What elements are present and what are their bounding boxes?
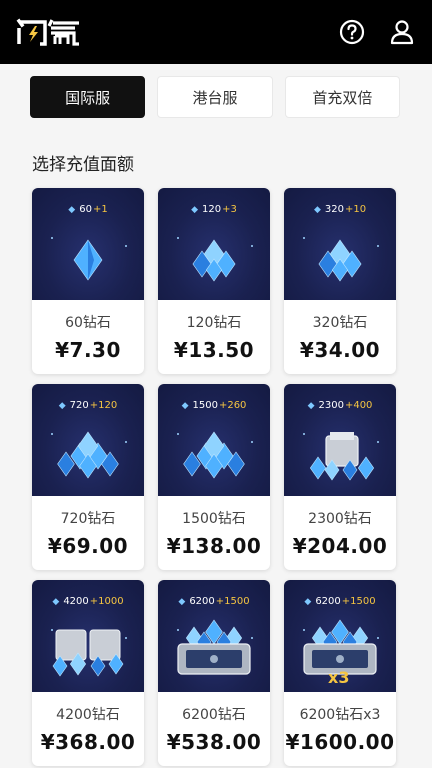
gem-pile-small-icon	[177, 237, 253, 282]
tab-first-double[interactable]: 首充双倍	[284, 76, 400, 118]
bonus-badge: ◆ 6200 +1500	[284, 596, 396, 607]
logo-icon	[16, 18, 79, 46]
top-bar: 闪氪	[0, 0, 432, 64]
multiplier-label: x3	[328, 668, 350, 687]
product-price: ¥7.30	[55, 338, 121, 362]
bonus-amount: +1500	[341, 596, 376, 607]
bonus-amount: +1500	[215, 596, 250, 607]
server-tabs: 国际服 港台服 首充双倍	[30, 76, 400, 118]
base-amount: 120	[202, 204, 222, 215]
product-card[interactable]: ◆ 320 +10 320钻石 ¥34.00	[284, 188, 396, 374]
product-image: ◆ 6200 +1500 x3	[284, 580, 396, 692]
product-price: ¥138.00	[166, 534, 262, 558]
bonus-amount: +1000	[89, 596, 124, 607]
product-price: ¥34.00	[299, 338, 381, 362]
diamond-icon: ◆	[313, 204, 321, 215]
product-price: ¥368.00	[40, 730, 136, 754]
product-name: 2300钻石	[308, 511, 372, 527]
logo[interactable]: 闪氪	[16, 12, 82, 52]
gem-box-icon	[303, 432, 379, 481]
diamond-icon: ◆	[58, 400, 66, 411]
product-name: 6200钻石	[182, 707, 246, 723]
product-name: 120钻石	[186, 315, 242, 331]
gem-pile-medium-icon	[51, 431, 127, 479]
bonus-badge: ◆ 4200 +1000	[32, 596, 144, 607]
bonus-badge: ◆ 120 +3	[158, 204, 270, 215]
gem-pile-small-icon	[303, 237, 379, 282]
product-name: 4200钻石	[56, 707, 120, 723]
base-amount: 1500	[192, 400, 218, 411]
bonus-badge: ◆ 720 +120	[32, 400, 144, 411]
product-name: 60钻石	[65, 315, 111, 331]
diamond-icon: ◆	[191, 204, 199, 215]
product-card[interactable]: ◆ 1500 +260 1500钻石 ¥138.00	[158, 384, 270, 570]
product-image: ◆ 120 +3	[158, 188, 270, 300]
product-grid: ◆ 60 +1 60钻石 ¥7.30 ◆ 120 +3 120钻石 ¥13.50…	[32, 188, 396, 766]
user-button[interactable]	[388, 18, 416, 46]
product-price: ¥69.00	[47, 534, 129, 558]
bonus-amount: +1	[92, 204, 108, 215]
product-name: 320钻石	[312, 315, 368, 331]
bonus-badge: ◆ 2300 +400	[284, 400, 396, 411]
diamond-icon: ◆	[307, 400, 315, 411]
base-amount: 6200	[315, 596, 341, 607]
diamond-icon: ◆	[68, 204, 76, 215]
product-name: 1500钻石	[182, 511, 246, 527]
product-image: ◆ 60 +1	[32, 188, 144, 300]
product-image: ◆ 1500 +260	[158, 384, 270, 496]
product-image: ◆ 720 +120	[32, 384, 144, 496]
product-name: 6200钻石x3	[299, 707, 381, 723]
bonus-badge: ◆ 6200 +1500	[158, 596, 270, 607]
section-title: 选择充值面额	[32, 155, 134, 175]
product-card[interactable]: ◆ 2300 +400 2300钻石 ¥204.00	[284, 384, 396, 570]
bonus-badge: ◆ 320 +10	[284, 204, 396, 215]
bonus-amount: +3	[222, 204, 237, 215]
base-amount: 720	[69, 400, 89, 411]
bonus-amount: +260	[218, 400, 247, 411]
base-amount: 4200	[63, 596, 89, 607]
product-card[interactable]: ◆ 6200 +1500 6200钻石 ¥538.00	[158, 580, 270, 766]
bonus-amount: +400	[344, 400, 373, 411]
bonus-amount: +120	[89, 400, 118, 411]
product-image: ◆ 320 +10	[284, 188, 396, 300]
product-card[interactable]: ◆ 720 +120 720钻石 ¥69.00	[32, 384, 144, 570]
product-card[interactable]: ◆ 120 +3 120钻石 ¥13.50	[158, 188, 270, 374]
main-content: 国际服 港台服 首充双倍 选择充值面额 ◆ 60 +1 60钻石 ¥7.30 ◆…	[0, 64, 432, 768]
base-amount: 60	[79, 204, 92, 215]
bonus-badge: ◆ 1500 +260	[158, 400, 270, 411]
base-amount: 2300	[318, 400, 344, 411]
diamond-icon: ◆	[304, 596, 312, 607]
product-image: ◆ 6200 +1500	[158, 580, 270, 692]
tab-international[interactable]: 国际服	[30, 76, 146, 118]
diamond-icon: ◆	[52, 596, 60, 607]
base-amount: 320	[324, 204, 344, 215]
bonus-amount: +10	[344, 204, 367, 215]
product-card[interactable]: ◆ 6200 +1500 x3 6200钻石x3 ¥1600.00	[284, 580, 396, 766]
product-name: 720钻石	[60, 511, 116, 527]
product-price: ¥13.50	[173, 338, 255, 362]
user-icon	[390, 20, 414, 45]
diamond-icon: ◆	[181, 400, 189, 411]
help-button[interactable]	[338, 18, 366, 46]
gem-pile-medium-icon	[177, 431, 253, 479]
single-gem-icon	[51, 237, 127, 281]
product-price: ¥538.00	[166, 730, 262, 754]
gem-boxes-icon	[51, 629, 127, 677]
bonus-badge: ◆ 60 +1	[32, 204, 144, 215]
gem-chest-icon	[177, 619, 253, 675]
product-price: ¥1600.00	[285, 730, 395, 754]
product-card[interactable]: ◆ 60 +1 60钻石 ¥7.30	[32, 188, 144, 374]
tab-hk-tw[interactable]: 港台服	[157, 76, 273, 118]
product-image: ◆ 4200 +1000	[32, 580, 144, 692]
product-image: ◆ 2300 +400	[284, 384, 396, 496]
product-price: ¥204.00	[292, 534, 388, 558]
base-amount: 6200	[189, 596, 215, 607]
diamond-icon: ◆	[178, 596, 186, 607]
question-circle-icon	[339, 19, 365, 45]
product-card[interactable]: ◆ 4200 +1000 4200钻石 ¥368.00	[32, 580, 144, 766]
